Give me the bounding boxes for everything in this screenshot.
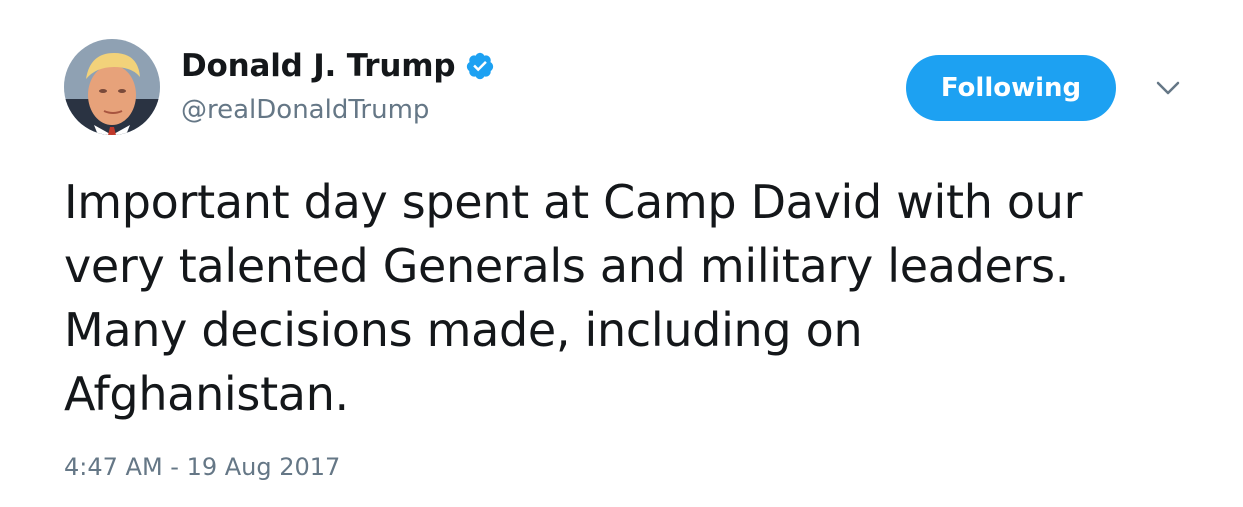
author-avatar[interactable]	[64, 39, 160, 135]
avatar-photo-icon	[64, 39, 160, 135]
following-button[interactable]: Following	[906, 55, 1116, 121]
tweet-card: Donald J. Trump @realDonaldTrump Followi…	[0, 0, 1243, 507]
author-name-row: Donald J. Trump	[181, 44, 495, 88]
verified-badge-icon	[465, 51, 495, 81]
tweet-timestamp[interactable]: 4:47 AM - 19 Aug 2017	[64, 451, 340, 483]
more-options-button[interactable]	[1150, 74, 1186, 104]
author-display-name[interactable]: Donald J. Trump	[181, 44, 456, 88]
author-handle[interactable]: @realDonaldTrump	[181, 93, 429, 127]
chevron-down-icon	[1156, 81, 1180, 95]
tweet-text: Important day spent at Camp David with o…	[64, 175, 1083, 421]
